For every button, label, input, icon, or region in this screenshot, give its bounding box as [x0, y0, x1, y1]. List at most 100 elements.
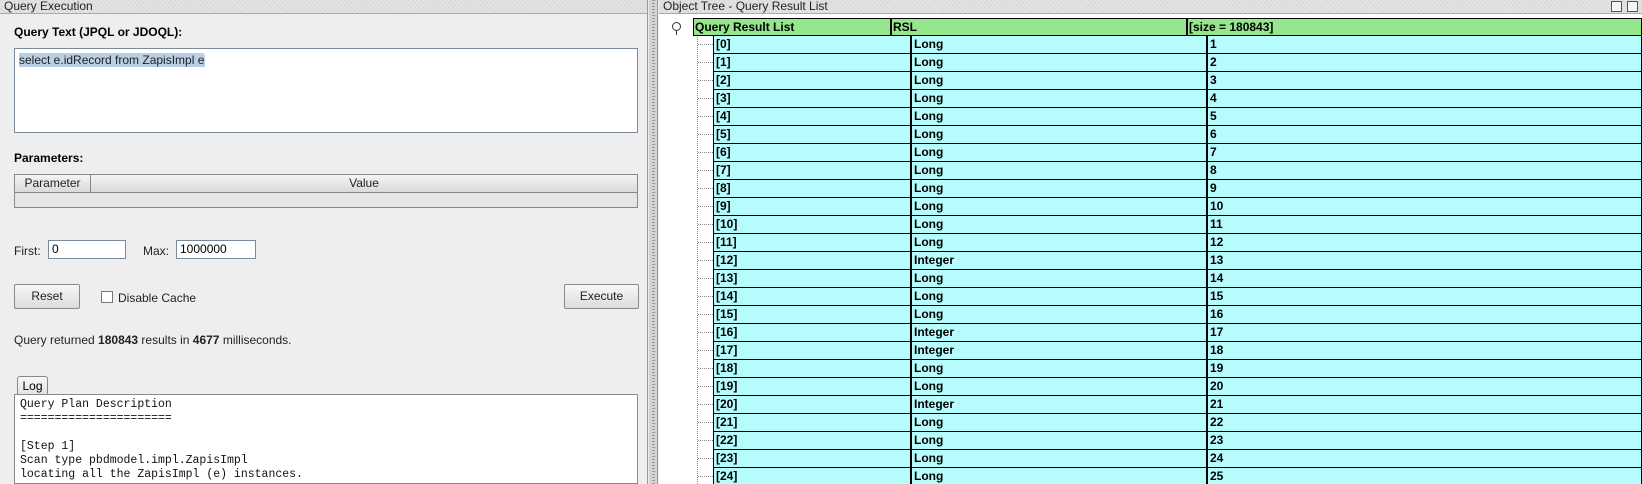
query-text-area[interactable]: select e.idRecord from ZapisImpl e — [14, 48, 638, 133]
table-row[interactable]: [19] Long 20 — [698, 378, 1642, 396]
table-row[interactable]: [8] Long 9 — [698, 180, 1642, 198]
row-value: 14 — [1210, 271, 1224, 285]
row-index: [13] — [714, 270, 912, 287]
table-row[interactable]: [9] Long 10 — [698, 198, 1642, 216]
table-row[interactable]: [6] Long 7 — [698, 144, 1642, 162]
row-value: 11 — [1210, 217, 1223, 231]
table-row[interactable]: [11] Long 12 — [698, 234, 1642, 252]
table-row[interactable]: [15] Long 16 — [698, 306, 1642, 324]
tree-branch-line — [698, 314, 713, 315]
row-type: Integer — [912, 342, 1208, 359]
row-value: 22 — [1210, 415, 1224, 429]
row-type: Long — [912, 306, 1208, 323]
row-type: Long — [912, 54, 1208, 71]
row-type: Long — [912, 36, 1208, 53]
row-index: [14] — [714, 288, 912, 305]
tree-branch-line — [698, 206, 713, 207]
table-row[interactable]: [4] Long 5 — [698, 108, 1642, 126]
table-row[interactable]: [3] Long 4 — [698, 90, 1642, 108]
table-row[interactable]: [20] Integer 21 — [698, 396, 1642, 414]
table-row[interactable]: [18] Long 19 — [698, 360, 1642, 378]
execute-button[interactable]: Execute — [564, 284, 639, 309]
row-type: Long — [912, 432, 1208, 449]
row-type: Long — [912, 468, 1208, 484]
row-index: [19] — [714, 378, 912, 395]
row-index: [6] — [714, 144, 912, 161]
object-tree[interactable]: Query Result List RSL [size = 180843] [0… — [659, 18, 1642, 484]
row-index: [18] — [714, 360, 912, 377]
max-input[interactable]: 1000000 — [176, 240, 256, 259]
row-value: 8 — [1210, 163, 1217, 177]
disable-cache-checkbox[interactable] — [101, 291, 113, 303]
table-row[interactable]: [0] Long 1 — [698, 36, 1642, 54]
row-type: Long — [912, 216, 1208, 233]
table-row[interactable]: [2] Long 3 — [698, 72, 1642, 90]
row-value: 5 — [1210, 109, 1217, 123]
parameters-table[interactable]: Parameter Value — [14, 174, 638, 208]
row-value: 19 — [1210, 361, 1224, 375]
tree-branch-line — [698, 170, 713, 171]
query-text-label: Query Text (JPQL or JDOQL): — [14, 25, 183, 39]
table-row[interactable]: [5] Long 6 — [698, 126, 1642, 144]
table-row[interactable]: [24] Long 25 — [698, 468, 1642, 484]
table-row[interactable]: [7] Long 8 — [698, 162, 1642, 180]
tree-branch-line — [698, 440, 713, 441]
tree-branch-line — [698, 134, 713, 135]
query-execution-panel: Query Execution Query Text (JPQL or JDOQ… — [0, 0, 648, 484]
root-type: RSL — [892, 19, 1188, 35]
tree-branch-line — [698, 98, 713, 99]
row-value: 17 — [1210, 325, 1224, 339]
parameters-label: Parameters: — [14, 151, 84, 165]
maximize-icon[interactable] — [1627, 1, 1638, 12]
split-pane-divider[interactable] — [649, 0, 658, 484]
table-row[interactable]: [21] Long 22 — [698, 414, 1642, 432]
reset-button[interactable]: Reset — [14, 284, 80, 309]
row-index: [20] — [714, 396, 912, 413]
row-type: Integer — [912, 396, 1208, 413]
table-row[interactable]: [17] Integer 18 — [698, 342, 1642, 360]
status-suffix: milliseconds. — [219, 333, 292, 347]
query-text-value: select e.idRecord from ZapisImpl e — [19, 53, 205, 67]
table-row[interactable]: [23] Long 24 — [698, 450, 1642, 468]
tree-branch-line — [698, 458, 713, 459]
table-row[interactable]: [13] Long 14 — [698, 270, 1642, 288]
row-index: [17] — [714, 342, 912, 359]
table-row[interactable]: [10] Long 11 — [698, 216, 1642, 234]
tree-branch-line — [698, 278, 713, 279]
row-type: Long — [912, 180, 1208, 197]
tree-root-node[interactable]: Query Result List RSL [size = 180843] — [693, 18, 1642, 36]
param-col-parameter[interactable]: Parameter — [15, 175, 91, 192]
row-index: [15] — [714, 306, 912, 323]
row-type: Long — [912, 450, 1208, 467]
tree-branch-line — [698, 422, 713, 423]
tree-root-handle-icon[interactable] — [672, 22, 681, 35]
table-row[interactable]: [1] Long 2 — [698, 54, 1642, 72]
table-row[interactable]: [14] Long 15 — [698, 288, 1642, 306]
row-value: 6 — [1210, 127, 1217, 141]
row-value: 20 — [1210, 379, 1224, 393]
tab-log[interactable]: Log — [17, 376, 48, 395]
row-type: Long — [912, 360, 1208, 377]
table-row[interactable]: [16] Integer 17 — [698, 324, 1642, 342]
row-type: Long — [912, 72, 1208, 89]
query-execution-title: Query Execution — [0, 0, 647, 14]
text-caret — [204, 54, 206, 67]
row-type: Long — [912, 108, 1208, 125]
log-text-area[interactable]: Query Plan Description =================… — [14, 394, 638, 484]
row-index: [11] — [714, 234, 912, 251]
row-type: Integer — [912, 252, 1208, 269]
row-type: Long — [912, 144, 1208, 161]
row-value: 7 — [1210, 145, 1217, 159]
row-index: [24] — [714, 468, 912, 484]
tree-branch-line — [698, 62, 713, 63]
first-input[interactable]: 0 — [48, 240, 126, 259]
tree-branch-line — [698, 188, 713, 189]
table-row[interactable]: [12] Integer 13 — [698, 252, 1642, 270]
row-index: [0] — [714, 36, 912, 53]
table-row[interactable]: [22] Long 23 — [698, 432, 1642, 450]
root-name: Query Result List — [694, 19, 892, 35]
param-col-value[interactable]: Value — [91, 175, 637, 192]
restore-icon[interactable] — [1611, 1, 1622, 12]
max-label: Max: — [143, 244, 170, 258]
row-value: 12 — [1210, 235, 1224, 249]
